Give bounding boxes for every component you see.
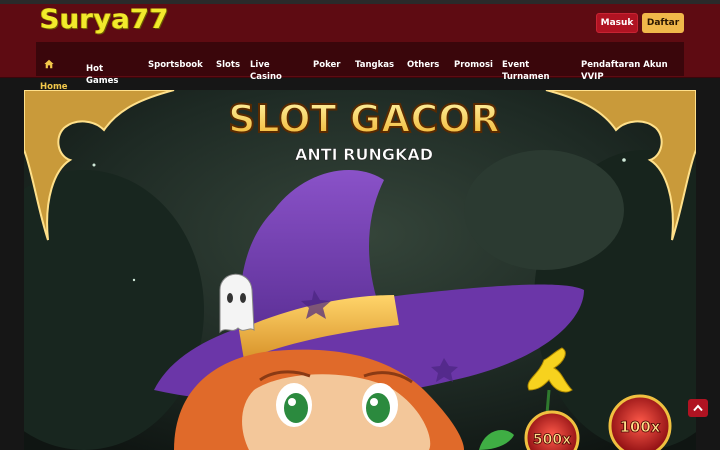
main-nav: Home Hot Games Sportsbook Slots Live Cas…	[36, 42, 684, 92]
nav-label: Pendaftaran Akun VVIP	[581, 60, 668, 82]
chevron-up-icon	[693, 404, 703, 412]
nav-item-hot-games[interactable]: Hot Games	[86, 47, 118, 86]
nav-item-event-turnamen[interactable]: Event Turnamen	[502, 42, 550, 82]
nav-item-poker[interactable]: Poker	[313, 42, 340, 76]
nav-item-promosi[interactable]: Promosi	[454, 42, 493, 76]
nav-item-live-casino[interactable]: Live Casino	[250, 42, 282, 82]
nav-label: Tangkas	[355, 60, 395, 70]
banner-badges: 500x 100x	[532, 418, 661, 449]
nav-label: Poker	[313, 60, 341, 70]
scroll-to-top-button[interactable]	[688, 399, 708, 417]
nav-item-home[interactable]: Home	[40, 42, 68, 92]
nav-label: Sportsbook	[148, 60, 203, 70]
nav-label: Others	[407, 60, 440, 70]
nav-item-vvip[interactable]: Pendaftaran Akun VVIP	[581, 42, 668, 82]
nav-item-tangkas[interactable]: Tangkas	[355, 42, 394, 76]
nav-label: Slots	[216, 60, 240, 70]
nav-label: Event Turnamen	[502, 60, 550, 82]
nav-label: Hot Games	[86, 64, 119, 86]
nav-label: Promosi	[454, 60, 493, 70]
nav-item-sportsbook[interactable]: Sportsbook	[148, 42, 203, 76]
register-button[interactable]: Daftar	[642, 13, 684, 33]
nav-item-others[interactable]: Others	[407, 42, 439, 76]
hero-banner[interactable]: SLOT GACOR ANTI RUNGKAD 500x 100x	[24, 90, 696, 450]
badge-left: 500x	[533, 432, 571, 448]
badge-right: 100x	[620, 418, 661, 436]
nav-item-slots[interactable]: Slots	[216, 42, 240, 76]
home-icon	[44, 59, 54, 69]
site-logo[interactable]: Surya77	[40, 4, 169, 35]
login-button[interactable]: Masuk	[596, 13, 638, 33]
nav-label: Live Casino	[250, 60, 282, 82]
